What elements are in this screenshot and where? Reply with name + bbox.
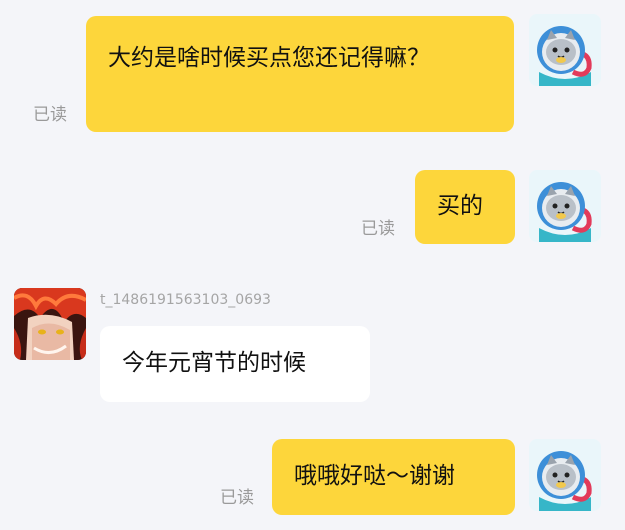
sender-username: t_1486191563103_0693 <box>100 292 271 308</box>
message-text: 今年元宵节的时候 <box>122 350 306 376</box>
message-bubble[interactable]: 今年元宵节的时候 <box>100 326 370 402</box>
cat-avatar-icon[interactable] <box>529 14 601 86</box>
message-text: 哦哦好哒～谢谢 <box>294 463 455 489</box>
message-row-2: 已读 买的 <box>0 150 625 250</box>
anime-avatar-icon[interactable] <box>14 288 86 360</box>
read-status: 已读 <box>220 488 254 508</box>
message-row-1: 已读 大约是啥时候买点您还记得嘛？ <box>0 0 625 140</box>
message-text: 买的 <box>437 193 483 219</box>
cat-avatar-icon[interactable] <box>529 439 601 511</box>
read-status: 已读 <box>33 105 67 125</box>
message-bubble[interactable]: 买的 <box>415 170 515 244</box>
message-bubble[interactable]: 哦哦好哒～谢谢 <box>272 439 515 515</box>
cat-avatar-icon[interactable] <box>529 170 601 242</box>
message-text: 大约是啥时候买点您还记得嘛？ <box>108 45 430 71</box>
read-status: 已读 <box>361 219 395 239</box>
message-row-4: 已读 哦哦好哒～谢谢 <box>0 425 625 530</box>
message-row-3: t_1486191563103_0693 今年元宵节的时候 <box>0 280 625 410</box>
message-bubble[interactable]: 大约是啥时候买点您还记得嘛？ <box>86 16 514 132</box>
